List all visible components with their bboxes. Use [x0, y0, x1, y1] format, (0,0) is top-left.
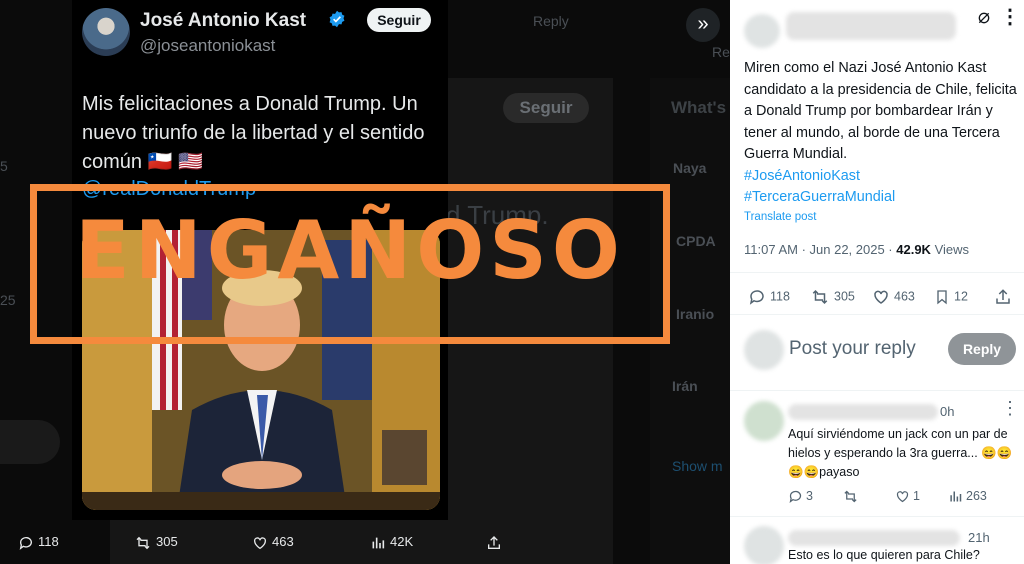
view-count-value: 42K: [390, 534, 414, 549]
reply-button[interactable]: Reply: [948, 333, 1016, 365]
comment-reply-count[interactable]: 3: [788, 489, 813, 504]
post-bookmark-count-value: 12: [954, 289, 968, 304]
divider: [730, 272, 1024, 273]
divider: [730, 314, 1024, 315]
divider: [730, 390, 1024, 391]
like-count-value: 463: [272, 534, 294, 549]
author-name[interactable]: José Antonio Kast: [140, 10, 306, 32]
background-number: 25: [0, 292, 16, 308]
views-icon: [950, 491, 962, 502]
misleading-stamp-text: ENGAÑOSO: [75, 204, 625, 297]
collapse-panel-icon[interactable]: »: [686, 8, 720, 42]
blurred-avatar: [744, 330, 784, 370]
hashtag-link[interactable]: #TerceraGuerraMundial: [744, 187, 1019, 209]
hashtag-link[interactable]: #JoséAntonioKast: [744, 166, 1019, 188]
post-like-count[interactable]: 463: [872, 288, 915, 306]
follow-button[interactable]: Seguir: [367, 8, 431, 32]
view-count[interactable]: 42K: [370, 534, 413, 551]
background-trend: CPDA: [676, 233, 716, 249]
comment-text: Esto es lo que quieren para Chile?: [788, 548, 980, 562]
background-post-button: [0, 420, 60, 464]
light-screenshot: ⋮ Miren como el Nazi José Antonio Kast c…: [730, 0, 1024, 564]
background-trend: Iranio: [676, 306, 715, 322]
like-count[interactable]: 463: [252, 534, 294, 551]
reply-icon: [19, 536, 32, 550]
post-reply-count[interactable]: 118: [748, 288, 790, 306]
views-icon: [372, 537, 385, 548]
blurred-avatar: [744, 14, 780, 48]
blurred-avatar: [744, 401, 784, 441]
post-reply-count-value: 118: [770, 289, 790, 304]
comment-view-count[interactable]: 263: [948, 489, 987, 504]
post-repost-count[interactable]: 305: [810, 288, 855, 306]
post-time: 11:07 AM · Jun 22, 2025 ·: [744, 242, 897, 257]
bookmark-icon: [937, 290, 947, 305]
reply-count-value: 118: [38, 534, 59, 549]
tweet-text: Mis felicitaciones a Donald Trump. Un nu…: [82, 93, 425, 173]
comment-time: 21h: [968, 530, 990, 545]
author-handle: @joseantoniokast: [140, 36, 276, 55]
share-icon: [996, 289, 1010, 304]
background-reply-label: Reply: [533, 13, 569, 29]
post-share-button[interactable]: [994, 288, 1016, 306]
comment-view-count-value: 263: [966, 489, 987, 503]
repost-count[interactable]: 305: [134, 534, 178, 551]
verified-badge-icon: [329, 10, 345, 28]
heart-icon: [874, 290, 888, 304]
more-options-icon[interactable]: ⋮: [1000, 4, 1020, 29]
post-timestamp: 11:07 AM · Jun 22, 2025 · 42.9K Views: [744, 242, 969, 257]
divider: [730, 516, 1024, 517]
repost-count-value: 305: [156, 534, 178, 549]
comment-like-count-value: 1: [913, 489, 920, 503]
background-re-label: Re: [712, 44, 730, 60]
background-trend: Irán: [672, 378, 698, 394]
translate-post-link[interactable]: Translate post: [744, 211, 816, 223]
post-bookmark-count[interactable]: 12: [934, 288, 968, 306]
reply-icon: [789, 491, 802, 504]
share-icon: [488, 535, 500, 549]
repost-icon: [136, 536, 150, 549]
blurred-author: [788, 530, 960, 546]
comment-repost-button[interactable]: [842, 489, 862, 504]
repost-icon: [844, 490, 857, 503]
comment-time: 0h: [940, 404, 955, 419]
grok-icon[interactable]: [976, 10, 992, 26]
background-number: 5: [0, 158, 8, 174]
share-button[interactable]: [486, 534, 506, 551]
post-like-count-value: 463: [894, 289, 915, 304]
heart-icon: [254, 536, 266, 549]
views-label: Views: [930, 242, 970, 257]
repost-icon: [812, 289, 828, 305]
view-count: 42.9K: [896, 242, 931, 257]
avatar[interactable]: [82, 8, 130, 56]
blurred-author: [786, 12, 956, 40]
comment-like-count[interactable]: 1: [895, 489, 920, 504]
reply-icon: [749, 290, 764, 305]
background-follow-button: Seguir: [503, 93, 589, 123]
more-options-icon[interactable]: ⋮: [1001, 398, 1019, 419]
post-text: Miren como el Nazi José Antonio Kast can…: [744, 58, 1019, 209]
dark-screenshot: Reply What's Re 5 25 Naya CPDA Iranio Ir…: [0, 0, 730, 564]
background-trend: Naya: [673, 160, 707, 176]
background-whats-label: What's: [671, 98, 727, 117]
comment-text: Aquí sirviéndome un jack con un par de h…: [788, 427, 1013, 479]
post-repost-count-value: 305: [834, 289, 855, 304]
post-body: Miren como el Nazi José Antonio Kast can…: [744, 60, 1017, 162]
blurred-avatar: [744, 526, 784, 564]
comment-reply-count-value: 3: [806, 489, 813, 503]
blurred-author: [788, 404, 938, 420]
reply-count[interactable]: 118: [18, 534, 59, 551]
reply-input[interactable]: Post your reply: [789, 338, 916, 360]
heart-icon: [896, 491, 909, 503]
background-show-more: Show m: [672, 458, 723, 474]
